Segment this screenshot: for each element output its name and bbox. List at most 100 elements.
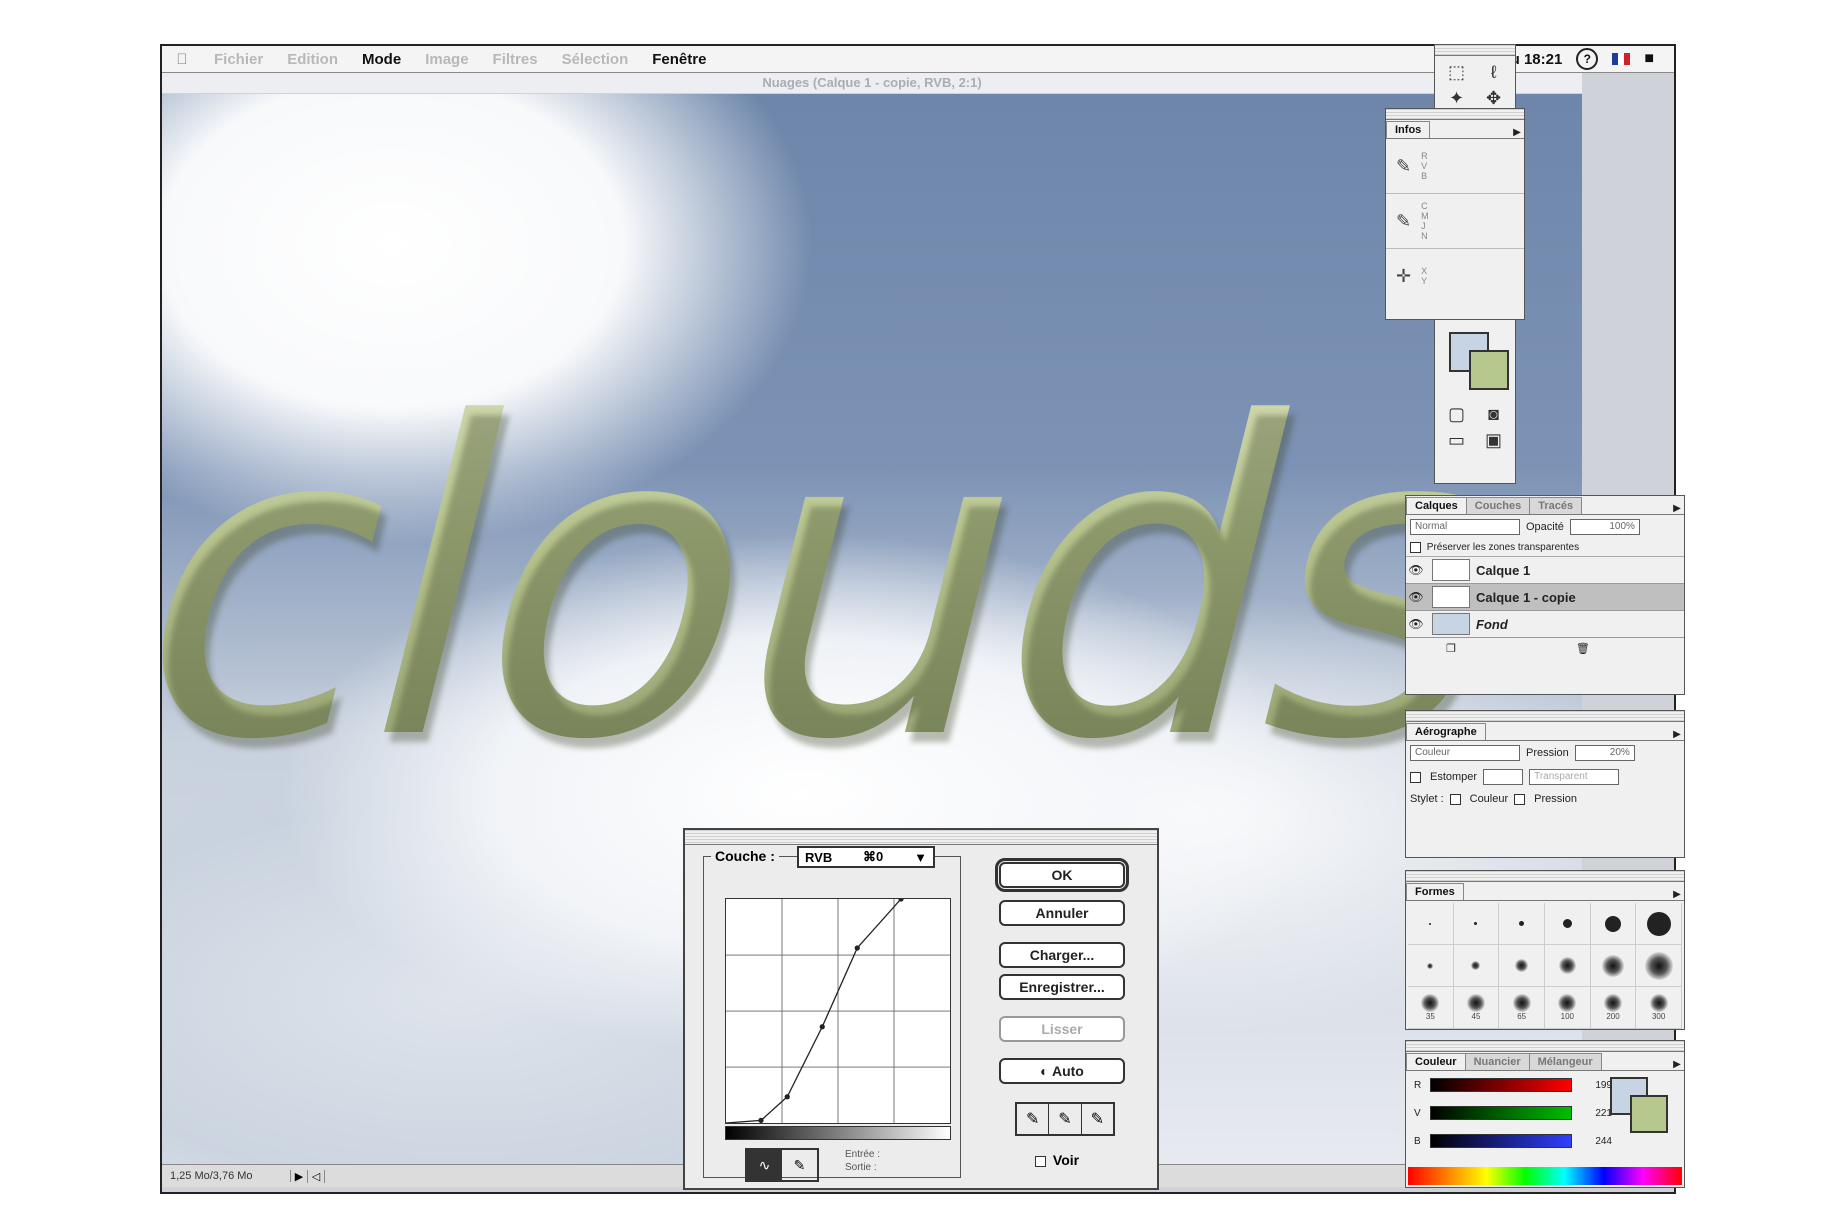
green-value[interactable]: 221: [1578, 1108, 1612, 1119]
tab-couleur[interactable]: Couleur: [1406, 1053, 1466, 1070]
move-tool-icon[interactable]: ✥: [1476, 86, 1511, 110]
fade-steps-field[interactable]: [1483, 769, 1524, 785]
menu-filtres[interactable]: Filtres: [481, 51, 550, 68]
blue-slider[interactable]: [1430, 1134, 1572, 1148]
red-slider[interactable]: [1430, 1078, 1572, 1092]
curve-point-tool-icon[interactable]: ∿: [747, 1150, 782, 1180]
red-value[interactable]: 199: [1578, 1080, 1612, 1091]
tab-infos[interactable]: Infos: [1386, 121, 1431, 138]
palette-menu-icon[interactable]: ▶: [1670, 503, 1684, 514]
airbrush-mode-select[interactable]: Couleur: [1410, 745, 1520, 761]
brush-preset[interactable]: [1499, 945, 1545, 987]
opacity-field[interactable]: 100%: [1569, 519, 1640, 535]
cancel-button[interactable]: Annuler: [999, 900, 1125, 926]
palette-menu-icon[interactable]: ▶: [1670, 889, 1684, 900]
menu-fenetre[interactable]: Fenêtre: [640, 51, 718, 68]
brush-preset[interactable]: [1453, 945, 1500, 987]
black-point-eyedropper-icon[interactable]: ✎: [1017, 1104, 1050, 1134]
brush-preset[interactable]: [1590, 903, 1637, 945]
tab-melangeur[interactable]: Mélangeur: [1528, 1053, 1602, 1070]
brush-preset[interactable]: 35: [1408, 987, 1454, 1029]
channel-select[interactable]: RVB ⌘0 ▼: [797, 846, 935, 868]
status-menu-arrow-icon[interactable]: ▶: [291, 1169, 308, 1183]
fade-mode-select[interactable]: Transparent: [1529, 769, 1620, 785]
save-button[interactable]: Enregistrer...: [999, 974, 1125, 1000]
menu-fichier[interactable]: Fichier: [202, 51, 275, 68]
tab-couches[interactable]: Couches: [1465, 497, 1531, 514]
color-spectrum-bar[interactable]: [1408, 1167, 1682, 1185]
curve-control-point[interactable]: [784, 1094, 790, 1100]
brush-preset[interactable]: 200: [1590, 987, 1637, 1029]
color-swatches[interactable]: [1443, 328, 1509, 392]
blue-value[interactable]: 244: [1578, 1136, 1612, 1147]
eye-icon[interactable]: 👁: [1406, 617, 1426, 631]
color-swatches[interactable]: [1610, 1077, 1668, 1135]
brush-preset[interactable]: [1408, 903, 1454, 945]
menu-mode[interactable]: Mode: [350, 51, 413, 68]
lasso-tool-icon[interactable]: ℓ: [1476, 60, 1511, 84]
palette-menu-icon[interactable]: ▶: [1670, 1059, 1684, 1070]
curve-control-point[interactable]: [819, 1024, 825, 1030]
curve-control-point[interactable]: [758, 1117, 764, 1123]
screen-mode-icon[interactable]: ▭: [1439, 428, 1474, 452]
preview-row[interactable]: Voir: [1035, 1152, 1079, 1168]
marquee-tool-icon[interactable]: ⬚: [1439, 60, 1474, 84]
scrollbar-left-icon[interactable]: ◁: [308, 1169, 325, 1183]
brush-preset[interactable]: 100: [1545, 987, 1591, 1029]
layer-row-active[interactable]: 👁 Calque 1 - copie: [1406, 584, 1684, 612]
brush-preset[interactable]: 300: [1636, 987, 1682, 1029]
brush-preset[interactable]: [1636, 903, 1682, 945]
layer-row[interactable]: 👁 Calque 1: [1406, 557, 1684, 585]
eye-icon[interactable]: 👁: [1406, 590, 1426, 604]
menu-selection[interactable]: Sélection: [550, 51, 641, 68]
fade-checkbox[interactable]: [1410, 771, 1421, 783]
white-point-eyedropper-icon[interactable]: ✎: [1082, 1104, 1113, 1134]
palette-drag-bar[interactable]: [1386, 109, 1524, 120]
curve-control-point[interactable]: [854, 945, 860, 951]
tab-calques[interactable]: Calques: [1406, 497, 1467, 514]
fullscreen-mode-icon[interactable]: ▣: [1476, 428, 1511, 452]
stylus-pressure-checkbox[interactable]: [1514, 793, 1526, 805]
quick-mask-icon[interactable]: ◙: [1476, 402, 1511, 426]
stylus-color-checkbox[interactable]: [1449, 793, 1461, 805]
brush-preset[interactable]: 45: [1453, 987, 1500, 1029]
brush-preset[interactable]: [1545, 903, 1591, 945]
eye-icon[interactable]: 👁: [1406, 563, 1426, 577]
palette-menu-icon[interactable]: ▶: [1670, 729, 1684, 740]
brush-preset[interactable]: 65: [1499, 987, 1545, 1029]
palette-drag-bar[interactable]: [1406, 1041, 1684, 1052]
dialog-drag-bar[interactable]: [685, 830, 1157, 845]
tab-traces[interactable]: Tracés: [1529, 497, 1583, 514]
gray-point-eyedropper-icon[interactable]: ✎: [1049, 1104, 1082, 1134]
curve-graph[interactable]: [725, 898, 951, 1124]
menu-image[interactable]: Image: [413, 51, 480, 68]
pressure-field[interactable]: 20%: [1574, 745, 1635, 761]
help-icon[interactable]: ?: [1576, 48, 1599, 70]
ok-button[interactable]: OK: [995, 858, 1129, 892]
french-flag-icon[interactable]: [1612, 53, 1631, 65]
new-layer-icon[interactable]: ❐: [1446, 642, 1456, 655]
palette-drag-bar[interactable]: [1406, 711, 1684, 722]
layer-row[interactable]: 👁 Fond: [1406, 611, 1684, 639]
brush-preset[interactable]: [1545, 945, 1591, 987]
brush-preset[interactable]: [1636, 945, 1682, 987]
standard-mode-icon[interactable]: ▢: [1439, 402, 1474, 426]
palette-drag-bar[interactable]: [1435, 45, 1515, 56]
preserve-transparency-checkbox[interactable]: [1410, 542, 1421, 553]
curve-pencil-tool-icon[interactable]: ✎: [782, 1150, 817, 1180]
apple-menu-icon[interactable]: : [162, 51, 202, 68]
palette-menu-icon[interactable]: ▶: [1510, 127, 1524, 138]
preserve-transparency-row[interactable]: Préserver les zones transparentes: [1406, 539, 1684, 558]
brush-preset[interactable]: [1590, 945, 1637, 987]
load-button[interactable]: Charger...: [999, 942, 1125, 968]
preview-checkbox[interactable]: [1035, 1155, 1046, 1167]
tab-formes[interactable]: Formes: [1406, 883, 1464, 900]
auto-button[interactable]: ◐ Auto: [999, 1058, 1125, 1084]
background-color-swatch[interactable]: [1469, 350, 1509, 390]
magic-wand-tool-icon[interactable]: ✦: [1439, 86, 1474, 110]
green-slider[interactable]: [1430, 1106, 1572, 1120]
background-color-swatch[interactable]: [1630, 1095, 1668, 1133]
brush-preset[interactable]: [1499, 903, 1545, 945]
menu-edition[interactable]: Edition: [275, 51, 350, 68]
brush-preset[interactable]: [1453, 903, 1500, 945]
